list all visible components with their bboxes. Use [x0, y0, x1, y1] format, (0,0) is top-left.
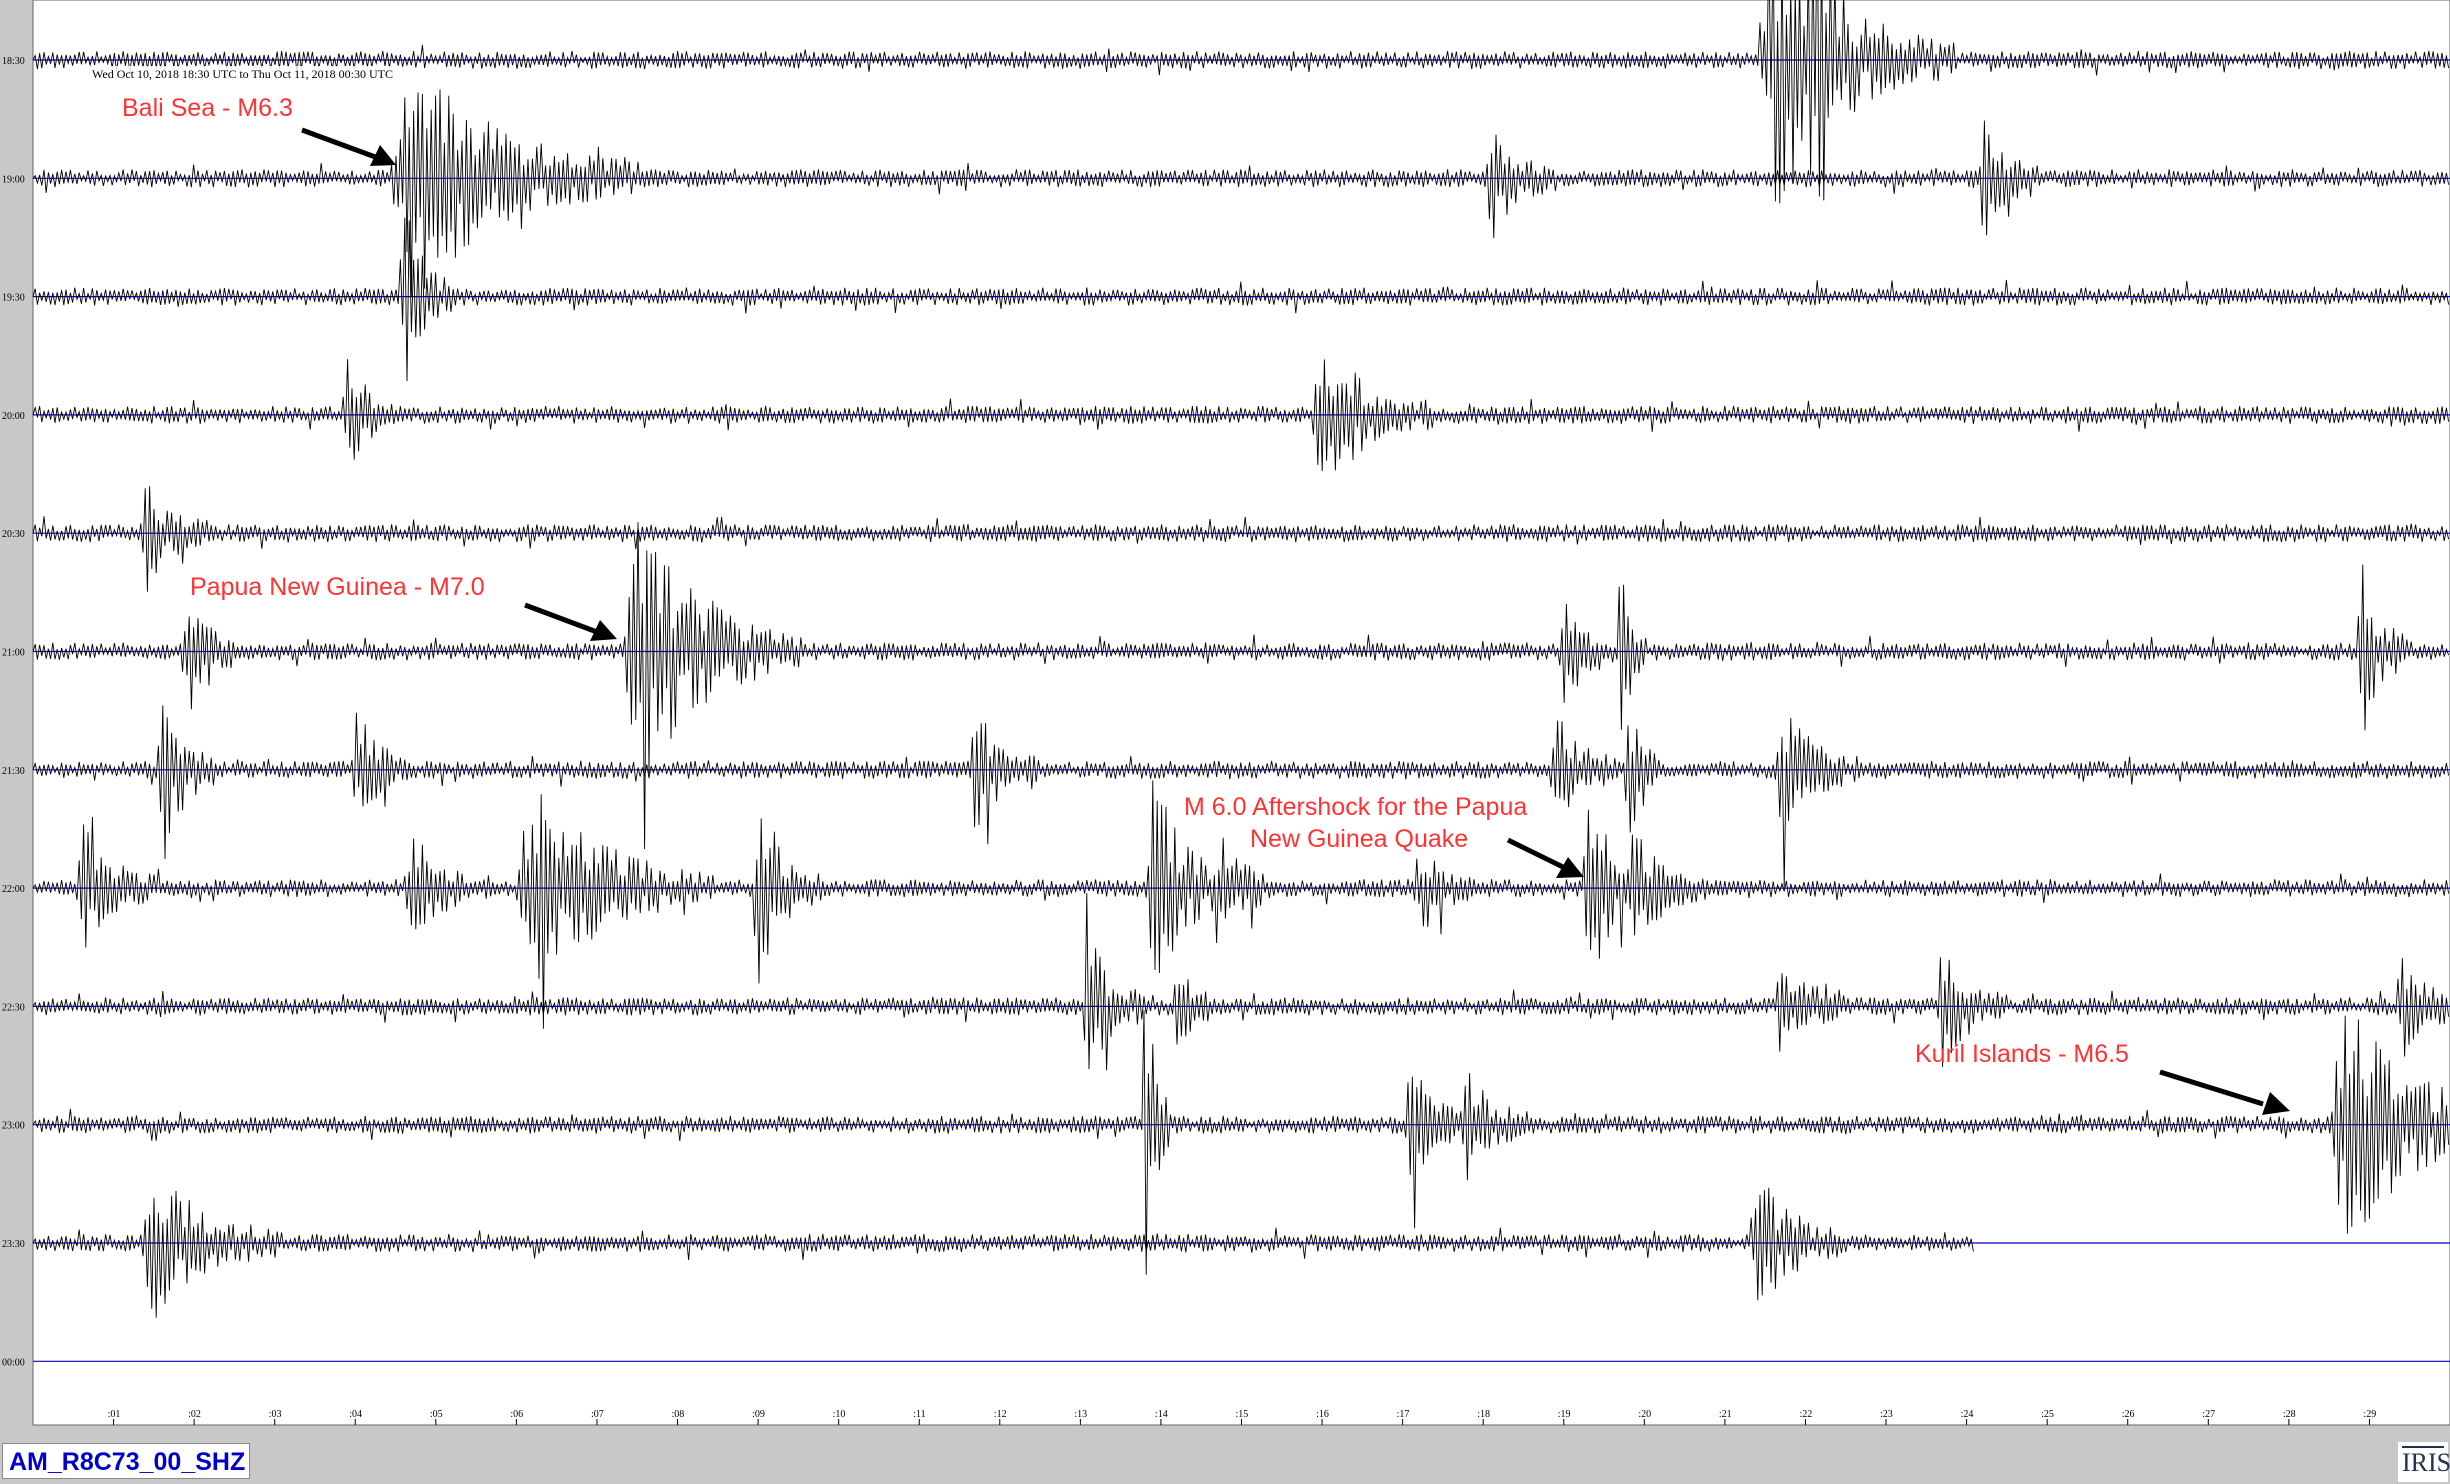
x-tick-label: :22 [1799, 1409, 1812, 1420]
x-tick-label: :09 [752, 1409, 765, 1420]
annotation-aftershock-line1: M 6.0 Aftershock for the Papua [1184, 793, 1527, 821]
x-tick-label: :16 [1316, 1409, 1329, 1420]
x-tick-label: :20 [1638, 1409, 1651, 1420]
row-label-2000: 20:00 [2, 411, 25, 422]
iris-logo-text: IRIS [2402, 1448, 2450, 1477]
row-label-0000: 00:00 [2, 1357, 25, 1368]
x-tick-label: :23 [1880, 1409, 1893, 1420]
time-range-text: Wed Oct 10, 2018 18:30 UTC to Thu Oct 11… [92, 67, 393, 81]
row-label-2130: 21:30 [2, 766, 25, 777]
station-label: AM_R8C73_00_SHZ [2, 1443, 250, 1479]
x-tick-label: :24 [1961, 1409, 1974, 1420]
x-tick-label: :19 [1558, 1409, 1571, 1420]
x-tick-label: :11 [913, 1409, 925, 1420]
x-tick-label: :07 [591, 1409, 604, 1420]
x-tick-label: :13 [1074, 1409, 1087, 1420]
x-tick-label: :27 [2202, 1409, 2215, 1420]
x-tick-label: :17 [1397, 1409, 1410, 1420]
annotation-aftershock-line2: New Guinea Quake [1250, 825, 1468, 853]
x-tick-label: :01 [108, 1409, 121, 1420]
x-tick-label: :15 [1236, 1409, 1249, 1420]
x-tick-label: :05 [430, 1409, 443, 1420]
row-label-1900: 19:00 [2, 174, 25, 185]
x-tick-label: :06 [510, 1409, 523, 1420]
x-tick-label: :04 [349, 1409, 362, 1420]
row-label-1930: 19:30 [2, 293, 25, 304]
x-tick-label: :25 [2041, 1409, 2054, 1420]
row-label-2330: 23:30 [2, 1239, 25, 1250]
x-tick-label: :29 [2363, 1409, 2376, 1420]
helicorder-svg: 18:30 19:00 19:30 20:00 20:30 21:00 21:30 22:00… [2, 0, 2450, 1426]
x-tick-label: :21 [1719, 1409, 1732, 1420]
row-label-2230: 22:30 [2, 1002, 25, 1013]
row-label-1830: 18:30 [2, 56, 25, 67]
iris-logo: IRIS [2398, 1442, 2450, 1482]
x-tick-label: :18 [1477, 1409, 1490, 1420]
annotation-png-text: Papua New Guinea - M7.0 [190, 573, 485, 601]
x-tick-label: :03 [269, 1409, 282, 1420]
x-tick-label: :26 [2122, 1409, 2135, 1420]
annotation-bali-text: Bali Sea - M6.3 [122, 94, 293, 122]
x-tick-label: :10 [833, 1409, 846, 1420]
row-label-2300: 23:00 [2, 1121, 25, 1132]
row-label-2030: 20:30 [2, 529, 25, 540]
x-tick-label: :02 [188, 1409, 201, 1420]
row-label-2100: 21:00 [2, 648, 25, 659]
x-tick-label: :28 [2283, 1409, 2296, 1420]
row-label-2200: 22:00 [2, 884, 25, 895]
x-tick-label: :08 [672, 1409, 685, 1420]
helicorder-plot: 18:30 19:00 19:30 20:00 20:30 21:00 21:30 22:00… [0, 0, 2450, 1484]
plot-area [33, 0, 2450, 1425]
x-tick-label: :12 [994, 1409, 1007, 1420]
x-tick-label: :14 [1155, 1409, 1168, 1420]
annotation-kuril-text: Kuril Islands - M6.5 [1915, 1040, 2129, 1068]
row-labels-group: 18:30 19:00 19:30 20:00 20:30 21:00 21:30 22:00… [2, 56, 25, 1368]
